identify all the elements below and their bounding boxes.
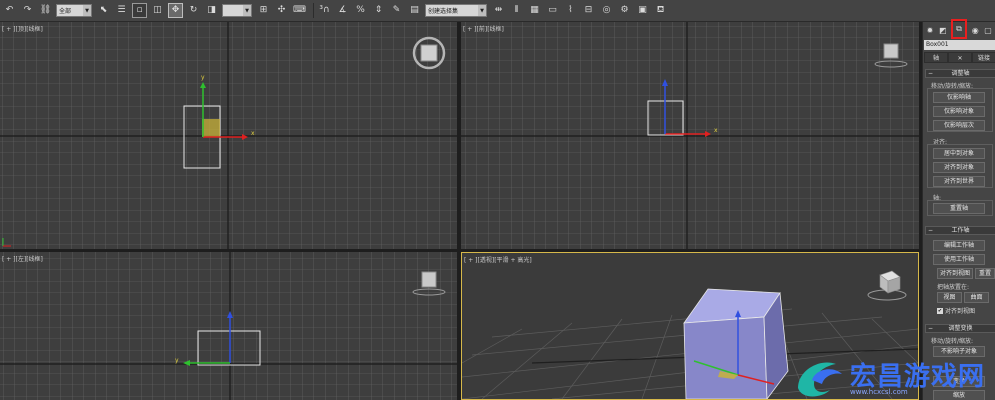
main-toolbar: ↶ ↷ ⛓ 全部 ▼ ⬉ ☰ ▫ ◫ ✥ ↻ ◨ ▼ ⊞ ✣ ⌨ ³∩ ∡ % ⇕…: [0, 0, 995, 22]
viewport-label[interactable]: [ + ][前][线框]: [463, 24, 504, 33]
collapse-icon: −: [928, 70, 934, 77]
rollout-title: 工作轴: [951, 227, 970, 234]
select-scale-icon[interactable]: ◨: [204, 3, 219, 18]
viewport-label[interactable]: [ + ][顶][线框]: [2, 24, 43, 33]
object-name-field[interactable]: Box001: [924, 40, 995, 50]
box-object[interactable]: [683, 288, 789, 399]
gizmo-x-label: x: [714, 127, 718, 134]
schematic-view-icon[interactable]: ⊟: [581, 3, 596, 18]
display-tab-icon[interactable]: ▢: [983, 25, 993, 37]
tab-pivot[interactable]: 轴: [924, 52, 948, 63]
use-working-pivot-button[interactable]: 使用工作轴: [933, 254, 985, 265]
percent-snap-icon[interactable]: %: [353, 3, 368, 18]
reference-coord-dropdown[interactable]: ▼: [222, 4, 252, 17]
view-button[interactable]: 视图: [937, 292, 962, 303]
grid-canvas: x: [461, 22, 919, 249]
watermark: 宏昌游戏网 www.hcxcsl.com: [790, 350, 995, 400]
tab-close-icon[interactable]: ✕: [948, 52, 972, 63]
grid-canvas: y: [0, 252, 457, 400]
modify-tab-icon[interactable]: ◩: [938, 25, 948, 37]
align-to-view-button[interactable]: 对齐到视图: [937, 268, 973, 279]
select-move-icon[interactable]: ✥: [168, 3, 183, 18]
select-by-name-icon[interactable]: ☰: [114, 3, 129, 18]
spinner-snap-icon[interactable]: ⇕: [371, 3, 386, 18]
watermark-url: www.hcxcsl.com: [850, 388, 908, 396]
grid-canvas: x y: [0, 22, 457, 249]
hierarchy-sub-tabs: 轴 ✕ 链接: [924, 52, 995, 63]
adjust-pivot-rollout-header[interactable]: − 调整轴: [925, 69, 995, 78]
collapse-icon: −: [928, 325, 934, 332]
render-setup-icon[interactable]: ⚙: [617, 3, 632, 18]
rendered-frame-icon[interactable]: ▣: [635, 3, 650, 18]
viewport-label[interactable]: [ + ][透视][平滑 + 高光]: [464, 255, 532, 264]
gizmo-x-label: x: [251, 130, 255, 137]
align-to-object-button[interactable]: 对齐到对象: [933, 162, 985, 173]
material-editor-icon[interactable]: ◎: [599, 3, 614, 18]
toolbar-separator: [313, 3, 314, 18]
keyboard-shortcut-icon[interactable]: ⌨: [292, 3, 307, 18]
affect-object-only-button[interactable]: 仅影响对象: [933, 106, 985, 117]
rollout-title: 调整轴: [951, 70, 970, 77]
move-rotate-scale-label: 移动/旋转/缩放:: [931, 338, 974, 345]
place-pivot-to-label: 把轴放置在:: [937, 284, 970, 291]
command-panel: ✹ ◩ ⧉ ◉ ▢ Box001 轴 ✕ 链接 − 调整轴 移动/旋转/缩放: 仅…: [922, 18, 995, 400]
surface-button[interactable]: 曲面: [964, 292, 989, 303]
snap-toggle-icon[interactable]: ³∩: [317, 3, 332, 18]
grid-pattern: [0, 252, 457, 400]
chevron-down-icon: ▼: [478, 5, 486, 16]
named-selection-icon[interactable]: ▤: [407, 3, 422, 18]
gizmo-plane-handle[interactable]: [202, 119, 220, 137]
select-rotate-icon[interactable]: ↻: [186, 3, 201, 18]
link-icon[interactable]: ⛓: [38, 3, 53, 18]
viewport-top[interactable]: x y [ + ][顶][线框]: [0, 22, 457, 249]
reset-pivot-button[interactable]: 重置轴: [933, 203, 985, 214]
angle-snap-icon[interactable]: ∡: [335, 3, 350, 18]
adjust-transform-rollout-header[interactable]: − 调整变换: [925, 324, 995, 333]
select-manipulate-icon[interactable]: ✣: [274, 3, 289, 18]
mirror-icon[interactable]: ⇹: [491, 3, 506, 18]
select-object-icon[interactable]: ⬉: [96, 3, 111, 18]
rect-selection-icon[interactable]: ▫: [132, 3, 147, 18]
window-crossing-icon[interactable]: ◫: [150, 3, 165, 18]
selection-filter-value: 全部: [59, 8, 72, 15]
watermark-logo: [798, 362, 842, 397]
hierarchy-tab-icon[interactable]: ⧉: [950, 18, 968, 39]
undo-icon[interactable]: ↶: [2, 3, 17, 18]
checkmark-icon: ✔: [937, 307, 943, 314]
named-selection-set-value: 创建选择集: [428, 8, 459, 15]
redo-icon[interactable]: ↷: [20, 3, 35, 18]
ribbon-icon[interactable]: ▭: [545, 3, 560, 18]
viewport-front[interactable]: x [ + ][前][线框]: [461, 22, 919, 249]
gizmo-y-label: y: [175, 357, 179, 364]
edit-named-selection-icon[interactable]: ✎: [389, 3, 404, 18]
viewport-label[interactable]: [ + ][左][线框]: [2, 254, 43, 263]
reset-button[interactable]: 重置: [975, 268, 995, 279]
selection-filter-dropdown[interactable]: 全部 ▼: [56, 4, 92, 17]
affect-pivot-only-button[interactable]: 仅影响轴: [933, 92, 985, 103]
named-selection-set-dropdown[interactable]: 创建选择集 ▼: [425, 4, 487, 17]
curve-editor-icon[interactable]: ⌇: [563, 3, 578, 18]
working-pivot-rollout-header[interactable]: − 工作轴: [925, 226, 995, 235]
command-panel-tabs: ✹ ◩ ⧉ ◉ ▢: [923, 18, 995, 39]
chevron-down-icon: ▼: [83, 5, 91, 16]
edit-working-pivot-button[interactable]: 编辑工作轴: [933, 240, 985, 251]
checkbox-label: 对齐到视图: [945, 308, 976, 315]
align-to-view-checkbox[interactable]: ✔ 对齐到视图: [937, 306, 975, 315]
align-to-world-button[interactable]: 对齐到世界: [933, 176, 985, 187]
align-icon[interactable]: ⫴: [509, 3, 524, 18]
layer-manager-icon[interactable]: ▦: [527, 3, 542, 18]
motion-tab-icon[interactable]: ◉: [970, 25, 980, 37]
viewcube-perspective[interactable]: [867, 270, 907, 301]
rollout-title: 调整变换: [948, 325, 973, 332]
gizmo-y-label: y: [201, 74, 205, 81]
viewport-left[interactable]: y [ + ][左][线框]: [0, 252, 457, 400]
tab-link-info[interactable]: 链接: [972, 52, 995, 63]
collapse-icon: −: [928, 227, 934, 234]
affect-hierarchy-only-button[interactable]: 仅影响层次: [933, 120, 985, 131]
center-to-object-button[interactable]: 居中到对象: [933, 148, 985, 159]
chevron-down-icon: ▼: [243, 5, 251, 16]
render-icon[interactable]: ⛾: [653, 3, 668, 18]
pivot-center-icon[interactable]: ⊞: [256, 3, 271, 18]
create-tab-icon[interactable]: ✹: [925, 25, 935, 37]
